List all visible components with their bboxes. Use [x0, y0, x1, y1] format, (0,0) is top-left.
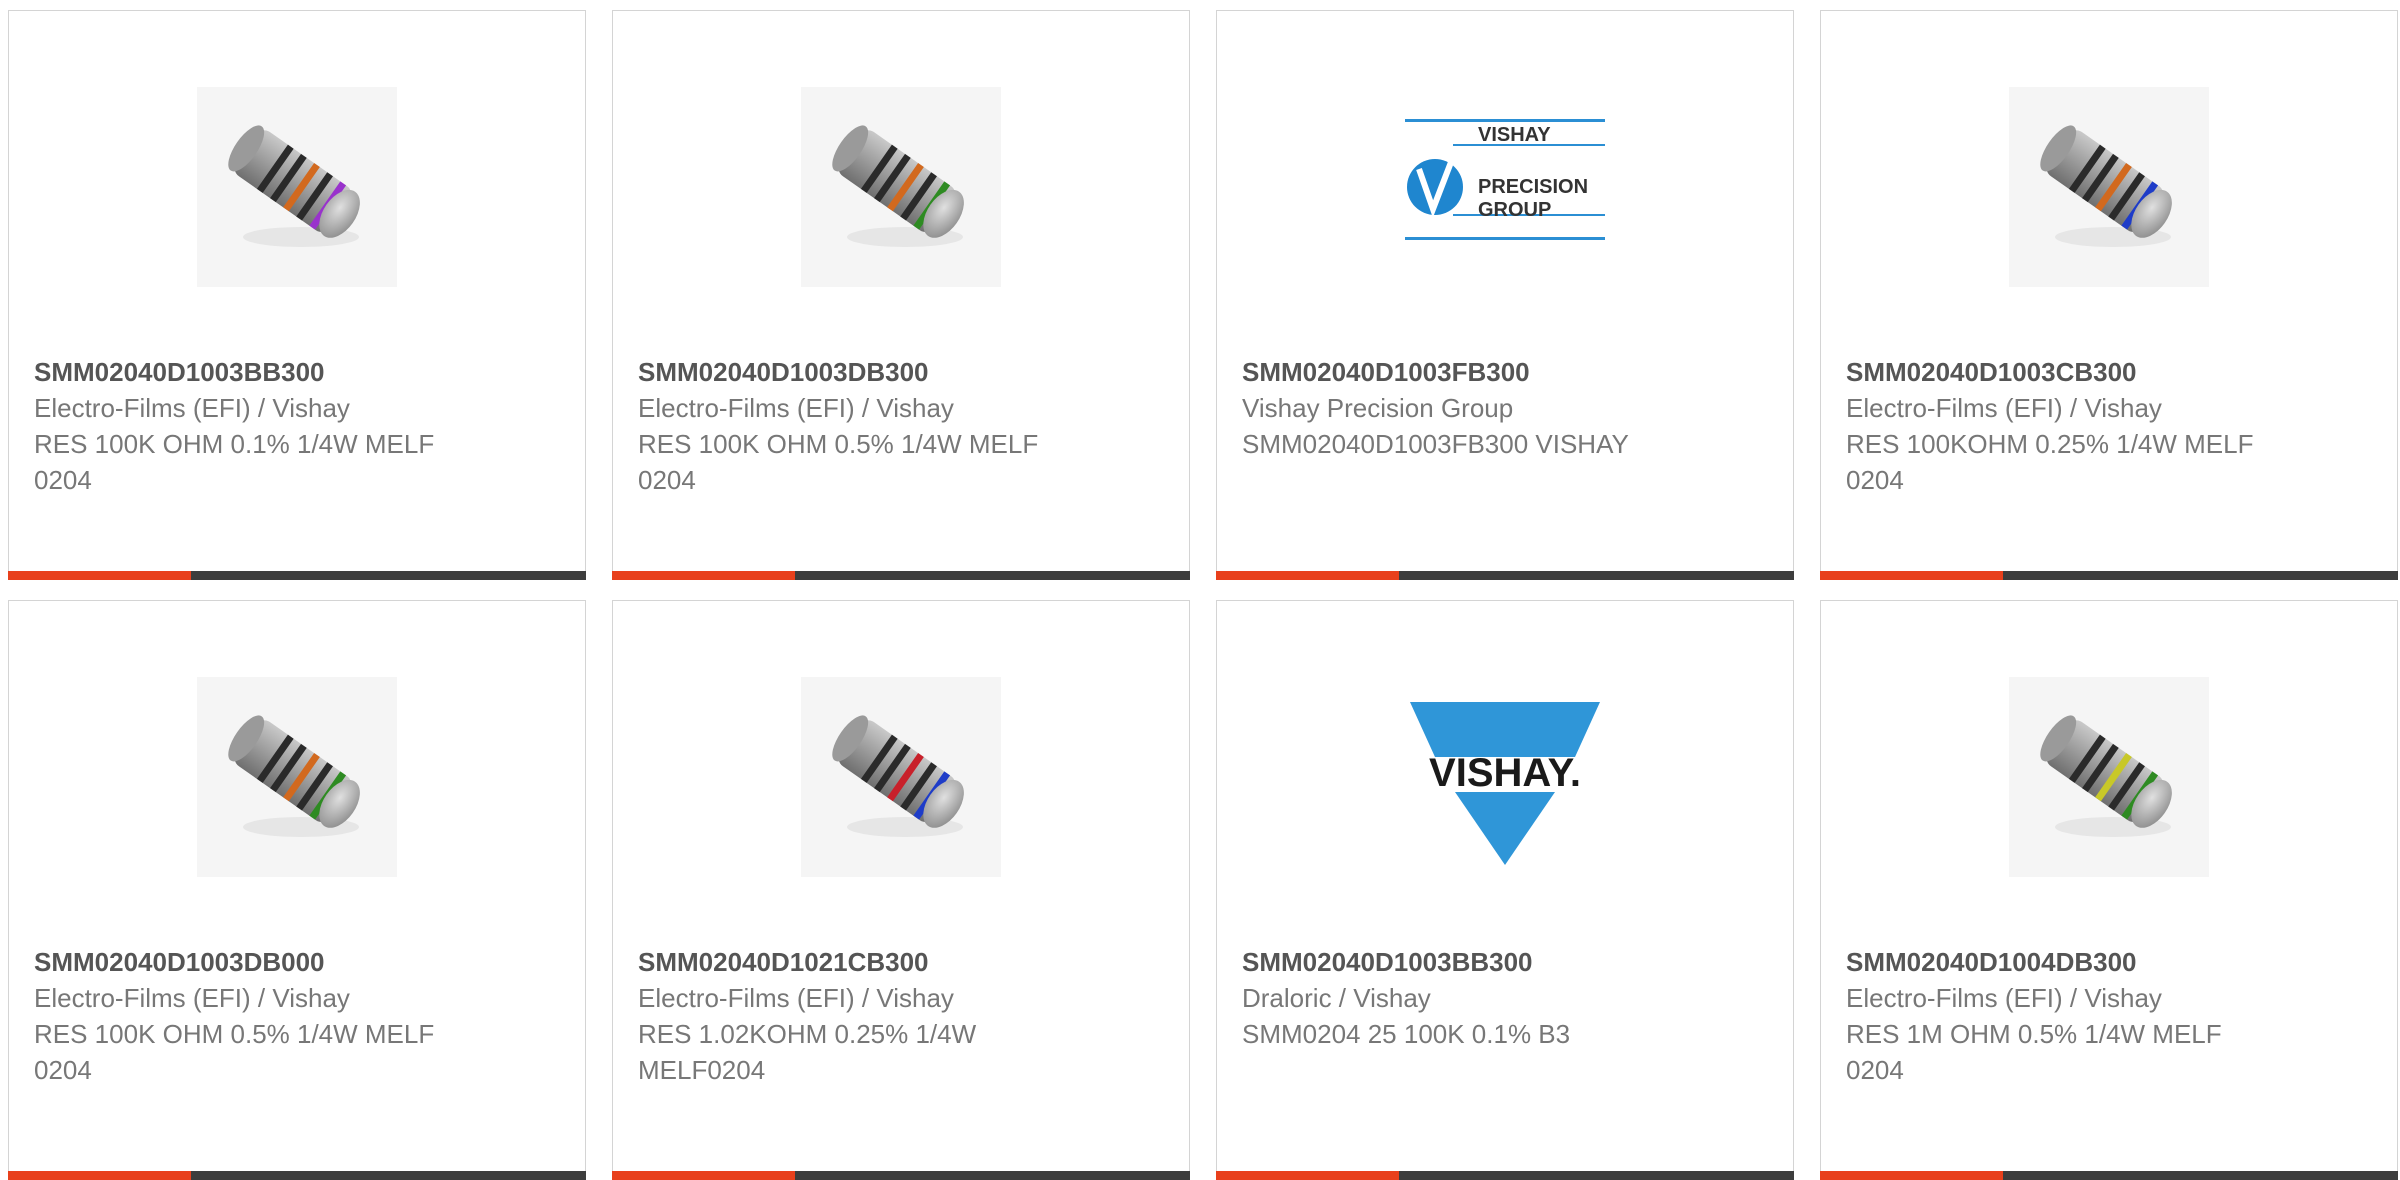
card-footer-bar: [612, 571, 1190, 580]
product-image[interactable]: [2009, 677, 2209, 877]
description: RES 100KOHM 0.25% 1/4W MELF 0204: [1846, 429, 2254, 495]
accent-bar: [8, 571, 191, 580]
description: RES 100K OHM 0.1% 1/4W MELF 0204: [34, 429, 435, 495]
accent-bar: [612, 1171, 795, 1180]
manufacturer: Electro-Films (EFI) / Vishay: [34, 393, 350, 423]
resistor-melf-icon: [228, 125, 360, 247]
product-card[interactable]: VISHAY PRECISION GROUP SMM02040D1003FB30…: [1216, 10, 1794, 580]
part-number[interactable]: SMM02040D1003DB300: [638, 354, 1169, 390]
product-card[interactable]: SMM02040D1004DB300 Electro-Films (EFI) /…: [1820, 600, 2398, 1180]
card-footer-bar: [1820, 1171, 2398, 1180]
product-card[interactable]: SMM02040D1021CB300 Electro-Films (EFI) /…: [612, 600, 1190, 1180]
resistor-melf-icon: [832, 125, 964, 247]
accent-bar: [1820, 571, 2003, 580]
product-card[interactable]: SMM02040D1003CB300 Electro-Films (EFI) /…: [1820, 10, 2398, 580]
card-footer-bar: [8, 571, 586, 580]
description: SMM0204 25 100K 0.1% B3: [1242, 1019, 1571, 1049]
product-image[interactable]: [801, 677, 1001, 877]
card-footer-bar: [1216, 1171, 1794, 1180]
accent-bar: [1216, 571, 1399, 580]
manufacturer: Vishay Precision Group: [1242, 393, 1514, 423]
part-number[interactable]: SMM02040D1004DB300: [1846, 944, 2377, 980]
description: RES 1.02KOHM 0.25% 1/4W MELF0204: [638, 1019, 977, 1085]
resistor-melf-icon: [2040, 715, 2172, 837]
product-card[interactable]: VISHAY. SMM02040D1003BB300 Draloric / Vi…: [1216, 600, 1794, 1180]
manufacturer: Draloric / Vishay: [1242, 983, 1431, 1013]
manufacturer: Electro-Films (EFI) / Vishay: [1846, 983, 2162, 1013]
part-number[interactable]: SMM02040D1003CB300: [1846, 354, 2377, 390]
resistor-melf-icon: [228, 715, 360, 837]
product-image[interactable]: [197, 677, 397, 877]
part-number[interactable]: SMM02040D1003FB300: [1242, 354, 1773, 390]
accent-bar: [1216, 1171, 1399, 1180]
description: RES 100K OHM 0.5% 1/4W MELF 0204: [638, 429, 1039, 495]
manufacturer: Electro-Films (EFI) / Vishay: [1846, 393, 2162, 423]
accent-bar: [1820, 1171, 2003, 1180]
card-footer-bar: [612, 1171, 1190, 1180]
accent-bar: [8, 1171, 191, 1180]
description: RES 1M OHM 0.5% 1/4W MELF 0204: [1846, 1019, 2222, 1085]
svg-text:PRECISION: PRECISION: [1478, 176, 1588, 198]
vishay-logo: VISHAY.: [1410, 702, 1600, 865]
product-image[interactable]: [801, 87, 1001, 287]
card-footer-bar: [1820, 571, 2398, 580]
product-card[interactable]: SMM02040D1003DB300 Electro-Films (EFI) /…: [612, 10, 1190, 580]
card-footer-bar: [8, 1171, 586, 1180]
vishay-precision-group-logo: VISHAY PRECISION GROUP: [1405, 119, 1605, 240]
accent-bar: [612, 571, 795, 580]
product-card[interactable]: SMM02040D1003BB300 Electro-Films (EFI) /…: [8, 10, 586, 580]
part-number[interactable]: SMM02040D1021CB300: [638, 944, 1169, 980]
product-card[interactable]: SMM02040D1003DB000 Electro-Films (EFI) /…: [8, 600, 586, 1180]
svg-text:VISHAY.: VISHAY.: [1429, 751, 1581, 795]
product-image[interactable]: VISHAY.: [1405, 677, 1605, 877]
product-image[interactable]: VISHAY PRECISION GROUP: [1405, 87, 1605, 287]
manufacturer: Electro-Films (EFI) / Vishay: [638, 393, 954, 423]
manufacturer: Electro-Films (EFI) / Vishay: [34, 983, 350, 1013]
part-number[interactable]: SMM02040D1003DB000: [34, 944, 565, 980]
svg-text:GROUP: GROUP: [1478, 199, 1551, 221]
description: RES 100K OHM 0.5% 1/4W MELF 0204: [34, 1019, 435, 1085]
description: SMM02040D1003FB300 VISHAY: [1242, 429, 1629, 459]
part-number[interactable]: SMM02040D1003BB300: [34, 354, 565, 390]
manufacturer: Electro-Films (EFI) / Vishay: [638, 983, 954, 1013]
product-image[interactable]: [197, 87, 397, 287]
part-number[interactable]: SMM02040D1003BB300: [1242, 944, 1773, 980]
svg-text:VISHAY: VISHAY: [1478, 124, 1551, 146]
product-image[interactable]: [2009, 87, 2209, 287]
resistor-melf-icon: [2040, 125, 2172, 247]
card-footer-bar: [1216, 571, 1794, 580]
resistor-melf-icon: [832, 715, 964, 837]
